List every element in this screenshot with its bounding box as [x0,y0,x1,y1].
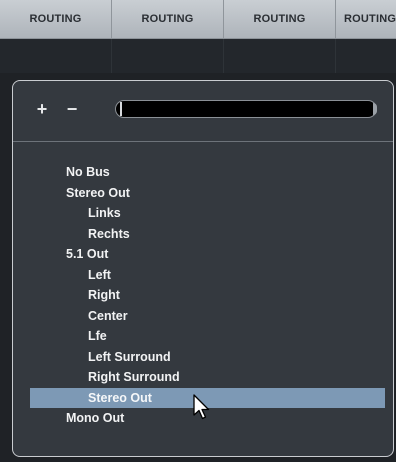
bus-list-item[interactable]: Lfe [30,326,385,347]
search-field-end-cap [373,103,377,115]
column-header-routing-1[interactable]: ROUTING [0,0,112,38]
search-field[interactable] [115,100,377,118]
routing-cell[interactable] [336,39,396,73]
column-header-routing-2[interactable]: ROUTING [112,0,224,38]
column-header-bar: ROUTING ROUTING ROUTING ROUTING [0,0,396,39]
bus-list-item[interactable]: Links [30,203,385,224]
remove-button[interactable]: − [63,98,81,120]
bus-list-item[interactable]: Center [30,306,385,327]
routing-cell[interactable] [0,39,112,73]
routing-cell[interactable] [224,39,336,73]
bus-list-item[interactable]: Right Surround [30,367,385,388]
routing-cell[interactable] [112,39,224,73]
bus-list-item[interactable]: 5.1 Out [30,244,385,265]
bus-list-item[interactable]: Rechts [30,224,385,245]
bus-list-item[interactable]: Right [30,285,385,306]
bus-list: No Bus Stereo Out Links Rechts 5.1 Out Left Ri… [13,162,393,429]
popup-toolbar: + − [13,81,393,142]
routing-cells-row [0,39,396,73]
column-header-routing-3[interactable]: ROUTING [224,0,336,38]
search-input[interactable] [116,101,376,117]
bus-list-item[interactable]: Left Surround [30,347,385,368]
add-button[interactable]: + [33,98,51,120]
bus-list-item[interactable]: Stereo Out [30,183,385,204]
bus-list-item[interactable]: Left [30,265,385,286]
mouse-pointer-icon [193,394,210,420]
column-header-routing-4[interactable]: ROUTING [336,0,396,38]
bus-list-item[interactable]: No Bus [30,162,385,183]
